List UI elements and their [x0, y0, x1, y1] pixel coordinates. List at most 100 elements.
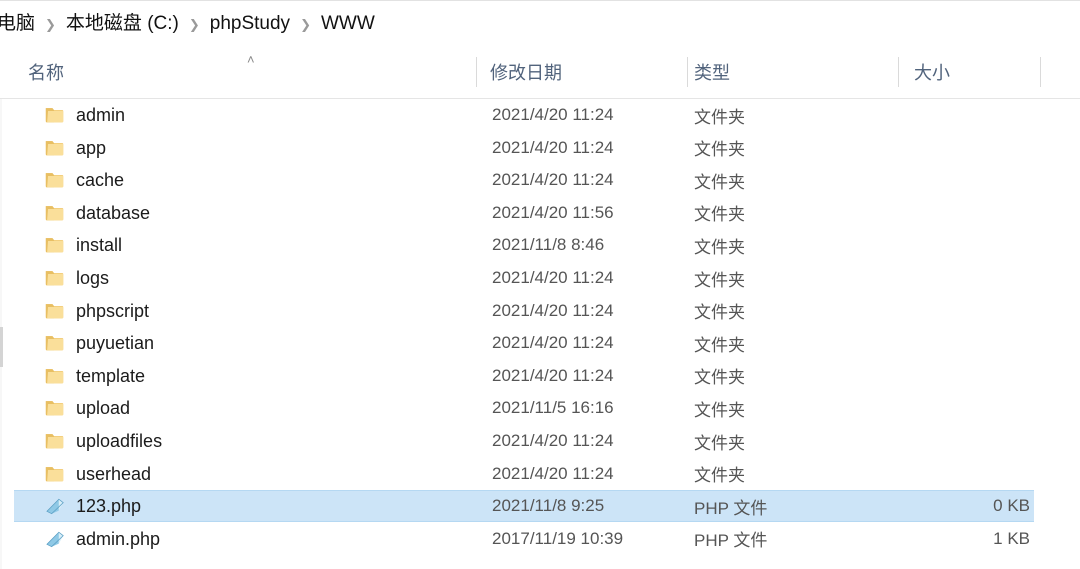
table-row[interactable]: 123.php 2021/11/8 9:25 PHP 文件 0 KB [14, 490, 1034, 523]
file-name-cell[interactable]: phpscript [44, 300, 149, 322]
file-name-cell[interactable]: admin [44, 104, 125, 126]
file-name-cell[interactable]: database [44, 202, 150, 224]
breadcrumb[interactable]: 电脑 ❯ 本地磁盘 (C:) ❯ phpStudy ❯ WWW [0, 0, 1080, 45]
column-divider-3[interactable] [898, 57, 899, 87]
breadcrumb-item-4[interactable]: WWW [320, 12, 376, 35]
file-type-cell: 文件夹 [694, 205, 745, 225]
file-type-cell: 文件夹 [694, 172, 745, 192]
file-type-cell: 文件夹 [694, 368, 745, 388]
breadcrumb-item-3[interactable]: phpStudy [209, 12, 291, 35]
file-date-cell: 2021/4/20 11:24 [492, 365, 614, 385]
file-date-cell: 2021/11/5 16:16 [492, 398, 614, 418]
file-date-cell: 2021/4/20 11:24 [492, 268, 614, 287]
breadcrumb-item-2[interactable]: 本地磁盘 (C:) [65, 12, 180, 35]
table-row[interactable]: app 2021/4/20 11:24 文件夹 [14, 132, 1034, 164]
column-header-date[interactable]: 修改日期 [490, 45, 562, 98]
file-name-label: app [76, 137, 107, 158]
file-explorer-window: 电脑 ❯ 本地磁盘 (C:) ❯ phpStudy ❯ WWW 名称 修改日期 类型 大小 ˄ a… [0, 0, 1080, 569]
folder-icon [45, 238, 64, 253]
folder-icon [45, 434, 64, 449]
file-name-label: admin.php [76, 528, 161, 549]
file-name-label: userhead [76, 463, 152, 484]
file-name-label: template [76, 365, 146, 386]
column-header-type[interactable]: 类型 [694, 45, 730, 98]
folder-icon [45, 336, 64, 351]
table-row[interactable]: admin.php 2017/11/19 10:39 PHP 文件 1 KB [14, 523, 1034, 555]
file-name-cell[interactable]: 123.php [44, 495, 141, 517]
folder-icon [45, 140, 64, 155]
file-name-cell[interactable]: upload [44, 397, 130, 419]
file-type-cell: 文件夹 [694, 237, 745, 257]
column-header-row: 名称 修改日期 类型 大小 [0, 45, 1080, 99]
file-date-cell: 2021/4/20 11:56 [492, 202, 614, 222]
table-row[interactable]: template 2021/4/20 11:24 文件夹 [14, 360, 1034, 392]
file-type-cell: 文件夹 [694, 303, 745, 323]
file-name-cell[interactable]: install [44, 234, 122, 256]
php-file-icon [46, 531, 64, 547]
folder-icon [45, 466, 64, 481]
file-name-label: 123.php [76, 496, 142, 517]
file-type-cell: 文件夹 [694, 107, 745, 127]
folder-icon [45, 108, 64, 123]
file-date-cell: 2021/11/8 8:46 [492, 235, 605, 255]
file-name-cell[interactable]: app [44, 137, 106, 159]
file-size-cell: 1 KB [993, 528, 1030, 548]
table-row[interactable]: uploadfiles 2021/4/20 11:24 文件夹 [14, 425, 1034, 457]
table-row[interactable]: cache 2021/4/20 11:24 文件夹 [14, 164, 1034, 196]
file-date-cell: 2017/11/19 10:39 [492, 528, 624, 548]
file-name-label: uploadfiles [76, 431, 163, 451]
file-date-cell: 2021/4/20 11:24 [492, 463, 614, 483]
column-divider-1[interactable] [476, 57, 477, 87]
file-name-label: install [76, 235, 123, 256]
column-divider-4[interactable] [1040, 57, 1041, 87]
file-type-cell: 文件夹 [694, 400, 745, 420]
file-type-cell: 文件夹 [694, 140, 745, 160]
file-type-cell: 文件夹 [694, 335, 745, 355]
file-name-cell[interactable]: template [44, 365, 145, 387]
file-type-cell: 文件夹 [694, 433, 745, 453]
table-row[interactable]: logs 2021/4/20 11:24 文件夹 [14, 262, 1034, 294]
table-row[interactable]: admin 2021/4/20 11:24 文件夹 [14, 99, 1034, 131]
table-row[interactable]: puyuetian 2021/4/20 11:24 文件夹 [14, 327, 1034, 359]
file-date-cell: 2021/4/20 11:24 [492, 170, 614, 190]
table-row[interactable]: upload 2021/11/5 16:16 文件夹 [14, 392, 1034, 424]
file-name-label: puyuetian [76, 333, 155, 354]
file-name-cell[interactable]: admin.php [44, 528, 160, 550]
file-name-cell[interactable]: puyuetian [44, 332, 154, 354]
breadcrumb-separator-icon: ❯ [300, 16, 311, 32]
file-name-label: logs [76, 268, 110, 288]
folder-icon [45, 401, 64, 416]
column-header-size[interactable]: 大小 [914, 45, 950, 98]
file-date-cell: 2021/4/20 11:24 [492, 137, 614, 157]
file-type-cell: PHP 文件 [694, 498, 768, 518]
file-date-cell: 2021/4/20 11:24 [492, 333, 614, 353]
folder-icon [45, 368, 64, 384]
folder-icon [45, 271, 64, 286]
file-date-cell: 2021/4/20 11:24 [492, 300, 614, 320]
folder-icon [45, 205, 64, 221]
breadcrumb-separator-icon: ❯ [188, 16, 200, 32]
file-name-label: cache [76, 170, 125, 191]
file-name-cell[interactable]: cache [44, 169, 124, 191]
table-row[interactable]: database 2021/4/20 11:56 文件夹 [14, 197, 1034, 229]
file-type-cell: 文件夹 [694, 466, 745, 486]
column-header-name[interactable]: 名称 [28, 45, 64, 98]
file-name-label: phpscript [76, 300, 150, 321]
file-name-cell[interactable]: userhead [44, 463, 151, 485]
column-divider-2[interactable] [687, 57, 688, 87]
file-name-label: database [76, 202, 151, 223]
file-list[interactable]: admin 2021/4/20 11:24 文件夹 app 2021/4/20 11:2… [0, 99, 1080, 569]
file-name-cell[interactable]: logs [44, 267, 109, 289]
table-row[interactable]: install 2021/11/8 8:46 文件夹 [14, 229, 1034, 261]
table-row[interactable]: userhead 2021/4/20 11:24 文件夹 [14, 458, 1034, 490]
table-row[interactable]: phpscript 2021/4/20 11:24 文件夹 [14, 295, 1034, 327]
file-name-cell[interactable]: uploadfiles [44, 430, 162, 452]
sort-ascending-icon: ˄ [247, 52, 255, 67]
breadcrumb-item-1[interactable]: 电脑 [0, 12, 36, 35]
file-size-cell: 0 KB [993, 496, 1030, 516]
php-file-icon [46, 498, 64, 515]
file-date-cell: 2021/11/8 9:25 [492, 496, 605, 516]
file-type-cell: PHP 文件 [694, 531, 768, 551]
file-date-cell: 2021/4/20 11:24 [492, 431, 614, 450]
file-date-cell: 2021/4/20 11:24 [492, 105, 614, 124]
